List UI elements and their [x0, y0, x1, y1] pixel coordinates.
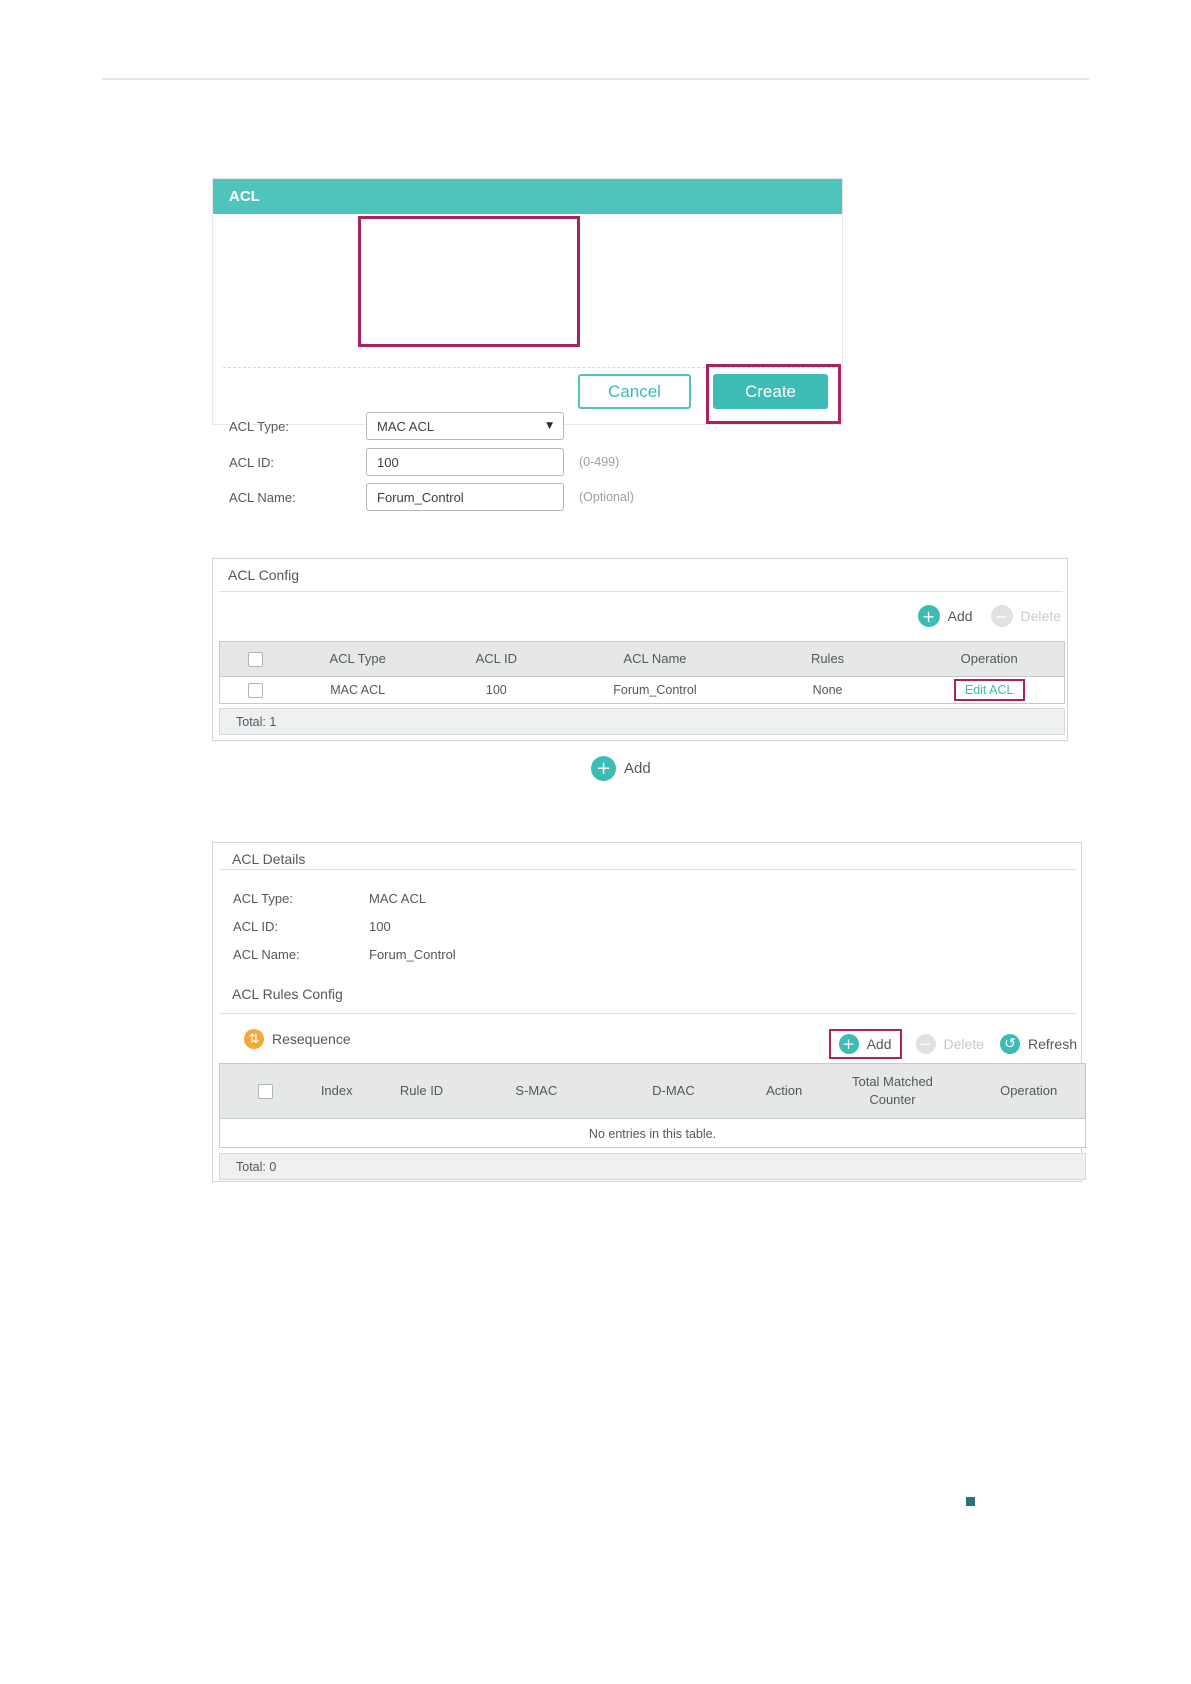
add-step-label: Add	[624, 760, 651, 777]
cell-acl-id: 100	[485, 683, 507, 697]
acl-rules-add-label: Add	[866, 1036, 892, 1052]
rules-header-select-cell	[220, 1064, 312, 1118]
rules-header-index: Index	[320, 1083, 353, 1099]
rules-empty-text: No entries in this table.	[588, 1126, 717, 1141]
acl-type-label: ACL Type:	[229, 419, 289, 434]
acl-config-add-label: Add	[947, 608, 973, 624]
header-acl-type: ACL Type	[329, 651, 386, 667]
rules-header-action: Action	[766, 1083, 803, 1099]
select-all-checkbox[interactable]	[248, 651, 264, 667]
details-acl-name-value: Forum_Control	[369, 947, 456, 962]
acl-config-total-bar: Total: 1	[219, 708, 1065, 735]
details-acl-id-label: ACL ID:	[233, 919, 279, 934]
acl-config-title: ACL Config	[228, 567, 300, 583]
acl-config-table-header: ACL Type ACL ID ACL Name Rules Operation	[220, 642, 1064, 677]
cell-acl-type: MAC ACL	[330, 683, 386, 697]
cancel-button-label: Cancel	[608, 381, 661, 401]
resequence-arrows-icon: ⇅	[244, 1029, 264, 1049]
details-acl-name-label: ACL Name:	[233, 947, 300, 962]
acl-config-add-button[interactable]: + Add	[917, 605, 973, 627]
footer-page-marker	[966, 1497, 975, 1506]
acl-form-panel: ACL ACL Type: MAC ACL ▼ ACL ID: (0-499) …	[212, 178, 843, 511]
acl-name-hint: (Optional)	[579, 490, 634, 504]
row-select-cell	[220, 677, 292, 703]
add-plus-icon: +	[838, 1034, 859, 1054]
manual-page: ACL ACL Type: MAC ACL ▼ ACL ID: (0-499) …	[0, 0, 1191, 1684]
acl-name-label: ACL Name:	[229, 490, 296, 505]
acl-details-title-divider	[219, 869, 1077, 870]
page-top-divider	[102, 78, 1089, 80]
cell-rules: None	[812, 683, 843, 697]
header-acl-id: ACL ID	[475, 651, 518, 667]
add-step: + Add	[591, 756, 651, 781]
rules-header-total-matched-counter: Total Matched Counter	[813, 1064, 973, 1118]
resequence-toolbar: ⇅ Resequence	[244, 1029, 351, 1049]
acl-config-panel: ACL Config + Add − Delete ACL Type ACL I…	[212, 558, 1068, 741]
acl-rules-add-button[interactable]: + Add	[828, 1029, 902, 1059]
cell-acl-name: Forum_Control	[613, 683, 697, 697]
acl-rules-total-label: Total: 0	[236, 1159, 277, 1174]
add-plus-icon: +	[917, 605, 940, 627]
acl-id-label: ACL ID:	[229, 455, 275, 470]
acl-id-input[interactable]	[366, 448, 564, 476]
acl-rules-toolbar: + Add − Delete ↺ Refresh	[828, 1029, 1077, 1059]
acl-config-total-label: Total: 1	[236, 714, 277, 729]
details-acl-id-value: 100	[369, 919, 391, 934]
header-rules: Rules	[810, 651, 845, 667]
resequence-button[interactable]: ⇅ Resequence	[244, 1029, 351, 1049]
acl-rules-refresh-button[interactable]: ↺ Refresh	[999, 1034, 1077, 1054]
create-button[interactable]: Create	[713, 374, 828, 409]
highlight-box-form-fields	[358, 216, 580, 347]
acl-rules-delete-label: Delete	[943, 1036, 984, 1052]
cell-operation: Edit ACL	[914, 677, 1064, 703]
acl-rules-table-header: Index Rule ID S-MAC D-MAC Action Total M…	[220, 1064, 1085, 1119]
header-operation: Operation	[960, 651, 1018, 667]
acl-type-dropdown[interactable]: MAC ACL ▼	[366, 412, 564, 440]
table-row: MAC ACL 100 Forum_Control None Edit ACL	[220, 677, 1064, 703]
acl-type-dropdown-value: MAC ACL	[377, 418, 435, 434]
acl-form-title: ACL	[229, 188, 260, 205]
create-button-label: Create	[744, 381, 797, 401]
details-acl-type-label: ACL Type:	[233, 891, 293, 906]
acl-details-title: ACL Details	[232, 851, 306, 867]
rules-header-smac: S-MAC	[515, 1083, 558, 1099]
resequence-label: Resequence	[272, 1031, 351, 1047]
acl-rules-title-divider	[219, 1013, 1077, 1014]
rules-header-dmac: D-MAC	[652, 1083, 695, 1099]
acl-config-table: ACL Type ACL ID ACL Name Rules Operation…	[219, 641, 1065, 704]
delete-minus-icon: −	[915, 1034, 936, 1054]
header-acl-name: ACL Name	[623, 651, 687, 667]
acl-id-hint: (0-499)	[579, 455, 620, 469]
rules-empty-row: No entries in this table.	[220, 1119, 1085, 1148]
acl-config-title-divider	[219, 591, 1063, 592]
acl-rules-total-bar: Total: 0	[219, 1153, 1086, 1180]
acl-rules-config-title: ACL Rules Config	[232, 986, 343, 1002]
acl-form-header: ACL	[213, 179, 842, 214]
row-checkbox[interactable]	[248, 682, 264, 698]
acl-config-delete-label: Delete	[1020, 608, 1061, 624]
delete-minus-icon: −	[990, 605, 1013, 627]
cancel-button[interactable]: Cancel	[578, 374, 691, 409]
header-select-cell	[220, 642, 292, 676]
acl-rules-delete-button[interactable]: − Delete	[915, 1034, 984, 1054]
acl-config-delete-button[interactable]: − Delete	[990, 605, 1061, 627]
form-button-separator	[223, 367, 835, 368]
details-acl-type-value: MAC ACL	[369, 891, 427, 906]
acl-rules-refresh-label: Refresh	[1027, 1036, 1077, 1052]
chevron-down-icon: ▼	[546, 421, 553, 431]
acl-config-toolbar: + Add − Delete	[917, 605, 1061, 627]
rules-header-operation: Operation	[1000, 1083, 1058, 1099]
rules-header-total-matched-counter-text: Total Matched Counter	[851, 1074, 933, 1107]
rules-header-rule-id: Rule ID	[399, 1083, 444, 1099]
rules-select-all-checkbox[interactable]	[258, 1083, 274, 1099]
acl-rules-table: Index Rule ID S-MAC D-MAC Action Total M…	[219, 1063, 1086, 1148]
acl-name-input[interactable]	[366, 483, 564, 511]
refresh-icon: ↺	[999, 1034, 1020, 1054]
add-plus-icon: +	[591, 756, 616, 781]
acl-details-panel: ACL Details ACL Type: MAC ACL ACL ID: 10…	[212, 842, 1086, 1182]
edit-acl-link[interactable]: Edit ACL	[953, 679, 1025, 701]
add-step-button[interactable]: + Add	[591, 756, 651, 781]
